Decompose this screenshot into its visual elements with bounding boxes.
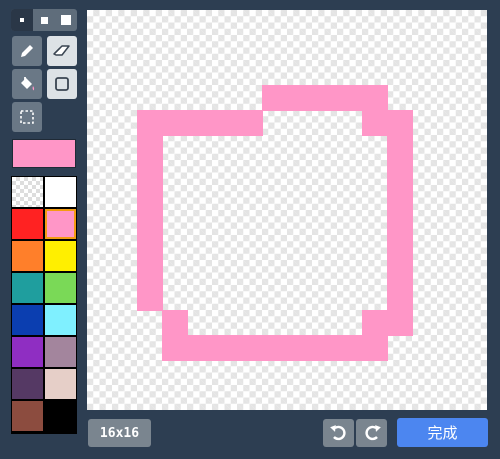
palette-swatch[interactable] (45, 241, 76, 271)
redo-icon (364, 425, 381, 441)
palette-swatch[interactable] (45, 177, 76, 207)
canvas-pixel (137, 235, 163, 261)
eraser-icon (53, 45, 70, 56)
canvas-pixel (137, 135, 163, 161)
select-tool-button[interactable] (12, 102, 42, 132)
canvas-pixel (187, 110, 213, 136)
canvas-pixel (387, 185, 413, 211)
brush-size-small[interactable] (11, 9, 33, 31)
canvas-pixel (362, 110, 388, 136)
brush-size-large-icon (61, 15, 71, 25)
canvas-pixel (137, 260, 163, 286)
canvas-pixel (362, 335, 388, 361)
canvas-pixel (337, 85, 363, 111)
redo-button[interactable] (356, 419, 387, 447)
palette-swatch[interactable] (45, 337, 76, 367)
palette-swatch[interactable] (45, 273, 76, 303)
undo-button[interactable] (323, 419, 354, 447)
canvas-pixel (337, 335, 363, 361)
eraser-tool-button[interactable] (47, 36, 77, 66)
canvas-pixel (362, 310, 388, 336)
canvas-pixel (137, 185, 163, 211)
palette-swatch[interactable] (12, 209, 43, 239)
rectangle-tool-button[interactable] (47, 69, 77, 99)
palette-swatch[interactable] (12, 369, 43, 399)
palette-swatch-transparent[interactable] (12, 177, 43, 207)
current-color-swatch (12, 139, 76, 168)
marquee-select-icon (20, 110, 34, 124)
undo-icon (329, 425, 346, 441)
canvas-pixel (387, 135, 413, 161)
drawing-canvas[interactable] (87, 10, 487, 410)
canvas-pixel (137, 285, 163, 311)
canvas-pixel (162, 110, 188, 136)
palette-swatch[interactable] (45, 369, 76, 399)
canvas-pixel (312, 335, 338, 361)
canvas-pixel (262, 85, 288, 111)
canvas-pixel (387, 210, 413, 236)
palette-swatch[interactable] (45, 305, 76, 335)
canvas-pixel (387, 285, 413, 311)
canvas-pixel (212, 335, 238, 361)
canvas-pixel (262, 335, 288, 361)
canvas-pixel (387, 110, 413, 136)
canvas-pixel (362, 85, 388, 111)
canvas-pixel (387, 235, 413, 261)
canvas-size-button[interactable]: 16x16 (88, 419, 151, 447)
canvas-pixel (287, 335, 313, 361)
fill-tool-button[interactable] (12, 69, 42, 99)
canvas-pixel (387, 260, 413, 286)
pencil-icon (21, 45, 33, 57)
canvas-pixel (162, 335, 188, 361)
palette-swatch[interactable] (45, 209, 76, 239)
canvas-pixel (162, 310, 188, 336)
canvas-pixel (212, 110, 238, 136)
palette-swatch[interactable] (12, 401, 43, 431)
pencil-tool-button[interactable] (12, 36, 42, 66)
palette-swatch[interactable] (45, 401, 76, 431)
palette-swatch[interactable] (12, 305, 43, 335)
canvas-pixel (387, 160, 413, 186)
palette-swatch[interactable] (12, 241, 43, 271)
canvas-pixel (237, 110, 263, 136)
rectangle-icon (55, 77, 69, 91)
brush-size-medium[interactable] (33, 9, 55, 31)
brush-size-medium-icon (40, 16, 48, 24)
palette-swatch[interactable] (12, 273, 43, 303)
done-button[interactable]: 完成 (397, 418, 488, 447)
palette-swatch[interactable] (12, 337, 43, 367)
paint-bucket-icon (21, 77, 35, 91)
color-palette (11, 176, 77, 434)
canvas-pixel (137, 210, 163, 236)
brush-size-large[interactable] (55, 9, 77, 31)
canvas-pixel (387, 310, 413, 336)
canvas-pixel (137, 110, 163, 136)
canvas-pixel (312, 85, 338, 111)
canvas-pixel (287, 85, 313, 111)
brush-size-group (11, 9, 77, 31)
canvas-pixel (137, 160, 163, 186)
canvas-pixel (237, 335, 263, 361)
brush-size-small-icon (20, 18, 24, 22)
canvas-pixel (187, 335, 213, 361)
